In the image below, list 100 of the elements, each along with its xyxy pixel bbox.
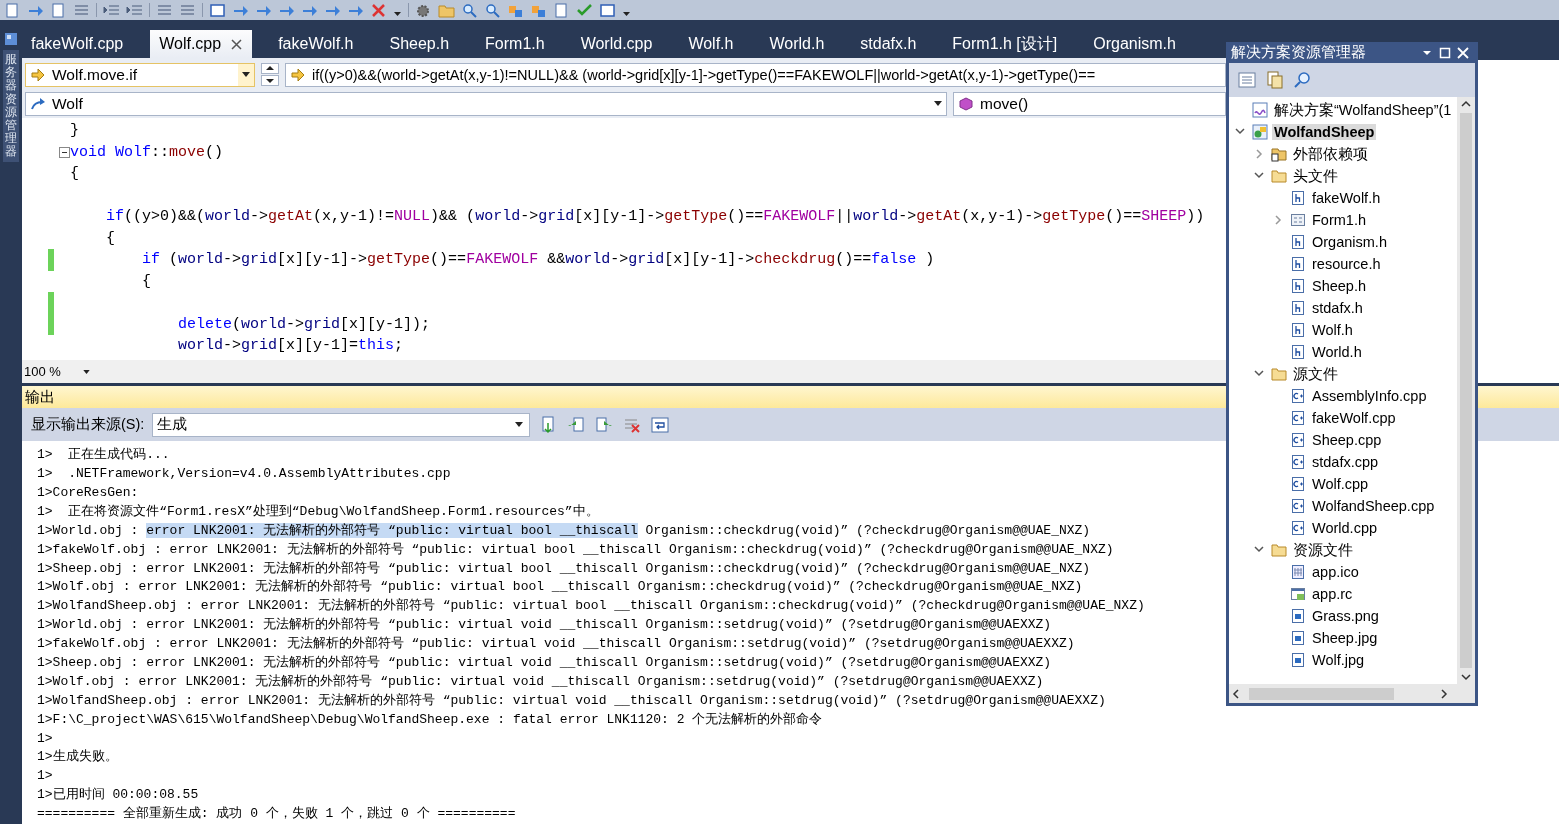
header-file-icon [1290,278,1306,294]
page-icon[interactable] [50,2,67,18]
tree-item[interactable]: Sheep.jpg [1310,630,1380,646]
page-icon[interactable] [4,2,21,18]
output-line: 1>World.obj : error LNK2001: 无法解析的外部符号 “public: virtual bool __thiscall Organism::checkdrug(void)” (?checkdrug@Organism@@UAE_NXZ) [37,521,1091,540]
tree-item[interactable]: Organism.h [1310,234,1389,250]
folder-icon [1271,542,1287,558]
side-tab[interactable]: 服务器资源管理器 [3,50,19,162]
gear-icon[interactable] [415,2,432,18]
file-tab[interactable]: World.h [760,30,835,58]
image-file-icon [1290,652,1306,668]
tree-item[interactable]: Wolf.cpp [1310,476,1371,492]
search-icon[interactable] [484,2,501,18]
close-icon[interactable] [231,38,243,50]
tree-item[interactable]: Sheep.h [1310,278,1369,294]
output-line: 1>Wolf.obj : error LNK2001: 无法解析的外部符号 “public: virtual void __thiscall Organism::setdrug(void)” (?setdrug@Organism@@UAEXXZ) [37,672,1044,691]
file-tab[interactable]: World.cpp [571,30,663,58]
tree-item[interactable]: app.ico [1310,564,1361,580]
tree-item[interactable]: stdafx.h [1310,300,1365,316]
code-line: { [105,228,116,249]
file-tab[interactable]: Wolf.cpp [150,30,253,58]
tree-item[interactable]: WolfandSheep.cpp [1310,498,1437,514]
maximize-icon[interactable] [1439,46,1451,59]
cpp-file-icon [1290,432,1306,448]
tree-item[interactable]: resource.h [1310,256,1383,272]
source-combo[interactable]: 生成 [152,412,531,437]
check-icon[interactable] [576,2,593,18]
resource-file-icon [1290,586,1306,602]
window-icon[interactable] [599,2,616,18]
collapse-icon[interactable] [59,146,70,158]
header-file-icon [1290,256,1306,272]
image-file-icon [1290,608,1306,624]
folder-icon [1271,168,1287,184]
project-icon [1252,124,1268,140]
tree-item[interactable]: Grass.png [1310,608,1381,624]
search-icon[interactable] [1293,70,1313,90]
header-file-icon [1290,344,1306,360]
tree-item[interactable]: WolfandSheep [1272,124,1377,140]
indent-icon[interactable] [126,2,143,18]
tree-item[interactable]: 外部依赖项 [1291,144,1370,164]
file-tab[interactable]: Form1.h [476,30,555,58]
scope-combo[interactable]: Wolf.move.if [25,62,255,87]
code-line: delete(world->grid[x][y-1]); [177,314,432,335]
folder-icon [1271,366,1287,382]
tree-item[interactable]: Sheep.cpp [1310,432,1384,448]
horizontal-scrollbar[interactable] [1229,684,1475,703]
output-line: 1> 正在生成代码... [37,446,170,465]
code-line: { [70,164,80,184]
caret-icon [934,101,942,106]
file-tab[interactable]: fakeWolf.h [269,30,364,58]
copy-icon[interactable] [1265,70,1285,90]
cpp-file-icon [1290,476,1306,492]
page-icon[interactable] [553,2,570,18]
tree-item[interactable]: 头文件 [1291,166,1340,186]
tree-item[interactable]: 源文件 [1291,364,1340,384]
member-combo[interactable]: move() [953,91,1226,116]
file-tab[interactable]: Sheep.h [380,30,460,58]
caret-icon [83,369,90,374]
output-line: 1>F:\C_project\WAS\615\WolfandSheep\Debug\WolfandSheep.exe : fatal error LNK1120: 2 个无法解析的外部命令 [37,710,823,729]
tree-item[interactable]: fakeWolf.cpp [1310,410,1398,426]
window-icon[interactable] [209,2,226,18]
tree-item[interactable]: World.h [1310,344,1364,360]
output-line: 1> 正在将资源文件“Form1.resX”处理到“Debug\WolfandSheep.Form1.resources”中。 [37,502,599,521]
file-tab[interactable]: Wolf.h [679,30,744,58]
tree-item[interactable]: AssemblyInfo.cpp [1310,388,1429,404]
class-combo[interactable]: Wolf [25,91,947,116]
statement-field[interactable]: if((y>0)&&(world->getAt(x,y-1)!=NULL)&& (world->grid[x][y-1]->getType()==FAKEWOLF||world->getAt(x,y-1)->getType()== [285,62,1226,87]
tree-item[interactable]: fakeWolf.h [1310,190,1383,206]
lines-icon[interactable] [179,2,196,18]
output-line: 1>Sheep.obj : error LNK2001: 无法解析的外部符号 “public: virtual bool __thiscall Organism::checkdrug(void)” (?checkdrug@Organism@@UAE_NXZ) [37,559,1091,578]
cpp-file-icon [1290,498,1306,514]
file-tab[interactable]: Organism.h [1084,30,1186,58]
output-line: 1>WolfandSheep.obj : error LNK2001: 无法解析的外部符号 “public: virtual void __thiscall Organism::setdrug(void)” (?setdrug@Organism@@UAEXXZ) [37,691,1106,710]
file-tab[interactable]: fakeWolf.cpp [22,30,134,58]
lines-icon[interactable] [73,2,90,18]
tree-item[interactable]: stdafx.cpp [1310,454,1381,470]
header-file-icon [1290,234,1306,250]
word-wrap-icon[interactable] [650,414,671,435]
tree-item[interactable]: World.cpp [1310,520,1379,536]
file-tab[interactable]: stdafx.h [851,30,927,58]
properties-icon[interactable] [1237,70,1257,90]
lines-icon[interactable] [156,2,173,18]
server-icon[interactable] [4,32,18,46]
caret-icon [515,422,524,428]
output-line: 1>CoreResGen: [37,483,139,502]
tree-item[interactable]: 资源文件 [1291,540,1355,560]
output-line: 1> [37,729,53,748]
file-tab[interactable]: Form1.h [设计] [943,30,1068,58]
tree-item[interactable]: 解决方案“WolfandSheep”(1 [1272,100,1454,120]
indent-icon[interactable] [103,2,120,18]
tree-item[interactable]: Wolf.h [1310,322,1355,338]
search-icon[interactable] [461,2,478,18]
tree-item[interactable]: Wolf.jpg [1310,652,1367,668]
tree-item[interactable]: Form1.h [1310,212,1368,228]
output-line: 1>Wolf.obj : error LNK2001: 无法解析的外部符号 “public: virtual bool __thiscall Organism::checkdrug(void)” (?checkdrug@Organism@@UAE_NXZ) [37,578,1083,597]
vertical-scrollbar[interactable] [1457,97,1475,684]
output-line: 1> [37,767,53,786]
arrow-icon [30,66,46,83]
header-file-icon [1290,190,1306,206]
tree-item[interactable]: app.rc [1310,586,1355,602]
